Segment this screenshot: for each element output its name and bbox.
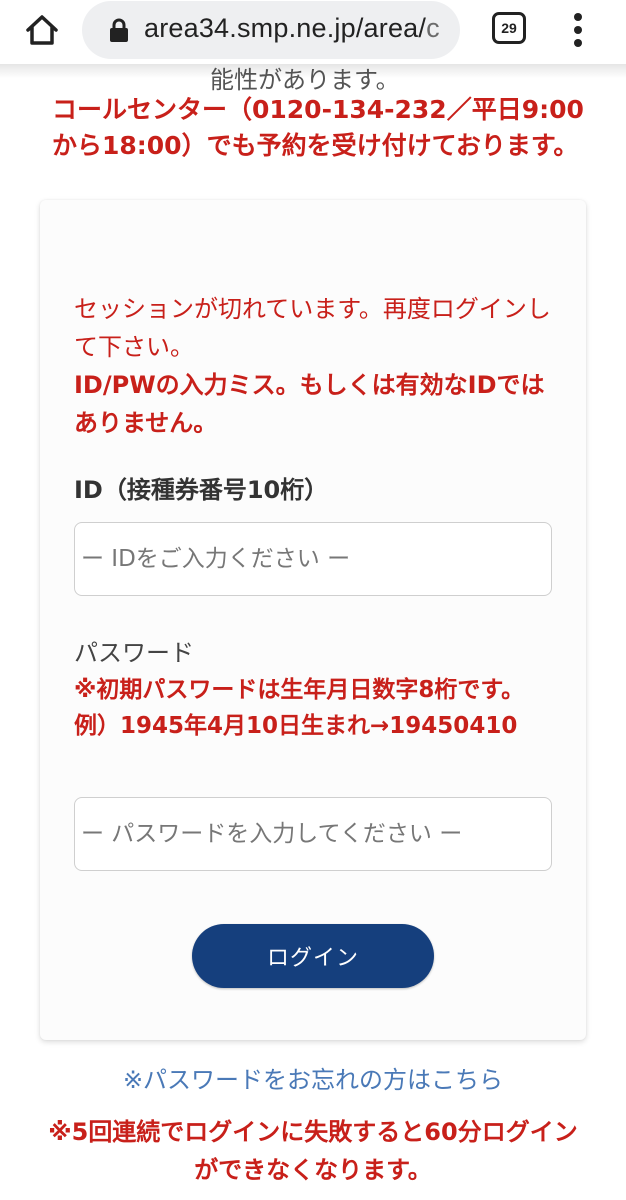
- lock-icon: [110, 18, 128, 42]
- toolbar-shadow: [0, 64, 626, 78]
- password-hint-example: 例）1945年4月10日生まれ→19450410: [74, 713, 518, 739]
- home-button[interactable]: [20, 8, 64, 52]
- browser-toolbar: area34.smp.ne.jp/area/c 29: [0, 0, 626, 64]
- error-invalid-id: ID/PWの入力ミス。もしくは有効なIDではありません。: [74, 371, 545, 437]
- password-hint-rule: ※初期パスワードは生年月日数字8桁です。: [74, 677, 525, 703]
- error-message: セッションが切れています。再度ログインして下さい。 ID/PWの入力ミス。もしく…: [74, 290, 564, 442]
- forgot-password-link[interactable]: ※パスワードをお忘れの方はこちら: [0, 1060, 626, 1095]
- url-fade: c: [426, 13, 440, 43]
- password-hint: ※初期パスワードは生年月日数字8桁です。 例）1945年4月10日生まれ→194…: [74, 672, 544, 744]
- error-session: セッションが切れています。再度ログインして下さい。: [74, 295, 551, 361]
- id-label: ID（接種券番号10桁）: [74, 476, 329, 504]
- password-input[interactable]: [74, 797, 552, 871]
- url-main: area34.smp.ne.jp/area/: [144, 13, 427, 43]
- lockout-warning: ※5回連続でログインに失敗すると60分ログインができなくなります。: [48, 1118, 578, 1184]
- more-menu-icon[interactable]: [564, 10, 592, 50]
- call-center-notice: コールセンター（0120-134-232／平日9:00から18:00）でも予約を…: [52, 95, 584, 160]
- url-text: area34.smp.ne.jp/area/c: [144, 13, 440, 44]
- address-bar[interactable]: area34.smp.ne.jp/area/c: [82, 1, 460, 59]
- id-input[interactable]: [74, 522, 552, 596]
- password-label: パスワード: [74, 639, 194, 667]
- home-icon: [26, 15, 58, 45]
- login-button[interactable]: ログイン: [192, 924, 434, 988]
- tab-switcher-button[interactable]: 29: [492, 12, 526, 44]
